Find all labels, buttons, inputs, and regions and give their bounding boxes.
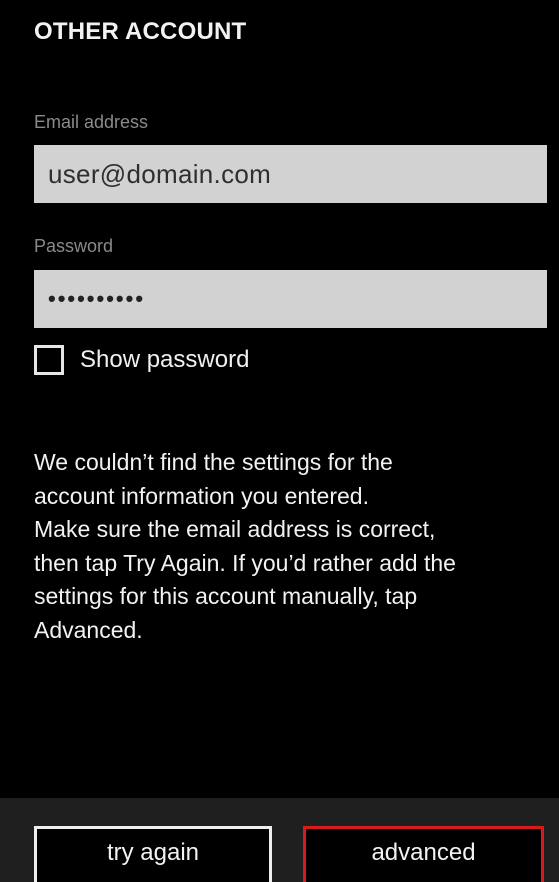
try-again-label: try again xyxy=(106,839,200,866)
show-password-checkbox[interactable]: Show password xyxy=(34,340,249,380)
page-title: OTHER ACCOUNT xyxy=(34,18,247,45)
try-again-button[interactable]: try again xyxy=(34,826,272,882)
error-message: We couldn’t find the settings for the ac… xyxy=(34,446,544,647)
message-line: then tap Try Again. If you’d rather add … xyxy=(34,549,456,576)
message-line: Make sure the email address is correct, xyxy=(34,516,436,542)
email-field[interactable]: user@domain.com xyxy=(34,145,547,203)
advanced-label: advanced xyxy=(371,839,476,866)
password-value: •••••••••• xyxy=(48,286,146,311)
message-line: We couldn’t find the settings for the xyxy=(34,449,393,475)
email-label: Email address xyxy=(34,112,149,132)
password-label: Password xyxy=(34,236,114,256)
message-line: account information you entered. xyxy=(34,482,369,509)
message-line: settings for this account manually, tap xyxy=(34,583,418,609)
show-password-label: Show password xyxy=(80,346,250,373)
advanced-button[interactable]: advanced xyxy=(303,826,544,882)
checkbox-box-icon[interactable] xyxy=(34,345,64,375)
password-field[interactable]: •••••••••• xyxy=(34,270,547,328)
message-line: Advanced. xyxy=(34,616,143,643)
email-value: user@domain.com xyxy=(48,158,272,189)
